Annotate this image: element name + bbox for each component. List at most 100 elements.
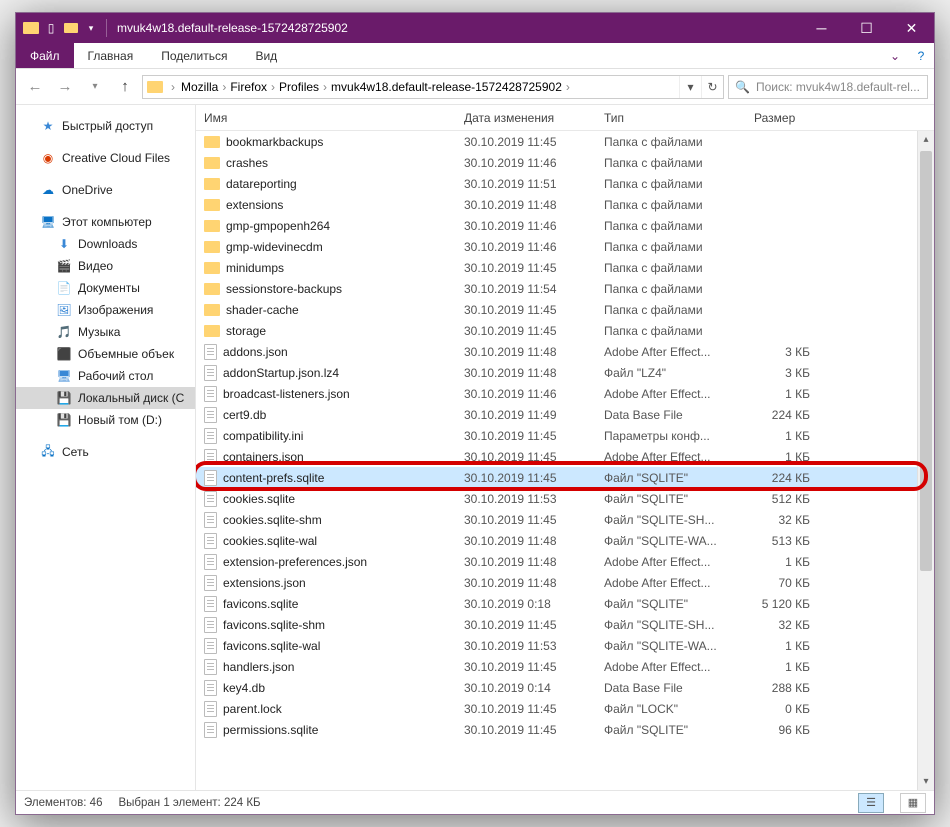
file-row[interactable]: cookies.sqlite30.10.2019 11:53Файл "SQLI… bbox=[196, 488, 934, 509]
maximize-button[interactable]: ☐ bbox=[844, 13, 889, 43]
file-row[interactable]: cookies.sqlite-shm30.10.2019 11:45Файл "… bbox=[196, 509, 934, 530]
file-row[interactable]: extension-preferences.json30.10.2019 11:… bbox=[196, 551, 934, 572]
sidebar-quick-access[interactable]: ★Быстрый доступ bbox=[16, 115, 195, 137]
file-name-cell: favicons.sqlite bbox=[196, 596, 456, 612]
address-bar[interactable]: › Mozilla›Firefox›Profiles›mvuk4w18.defa… bbox=[142, 75, 724, 99]
ribbon-expand-icon[interactable]: ⌄ bbox=[882, 43, 908, 68]
file-row[interactable]: addons.json30.10.2019 11:48Adobe After E… bbox=[196, 341, 934, 362]
file-list-area: Имя Дата изменения Тип Размер ▴ ▾ bookma… bbox=[196, 105, 934, 790]
file-row[interactable]: sessionstore-backups30.10.2019 11:54Папк… bbox=[196, 278, 934, 299]
address-dropdown-icon[interactable]: ▾ bbox=[679, 76, 701, 98]
sidebar-creative-cloud[interactable]: ◉Creative Cloud Files bbox=[16, 147, 195, 169]
file-row[interactable]: favicons.sqlite30.10.2019 0:18Файл "SQLI… bbox=[196, 593, 934, 614]
file-row[interactable]: compatibility.ini30.10.2019 11:45Парамет… bbox=[196, 425, 934, 446]
sidebar-pc-item[interactable]: 🎬Видео bbox=[16, 255, 195, 277]
file-row[interactable]: favicons.sqlite-wal30.10.2019 11:53Файл … bbox=[196, 635, 934, 656]
sidebar-onedrive[interactable]: ☁OneDrive bbox=[16, 179, 195, 201]
refresh-button[interactable]: ↻ bbox=[701, 76, 723, 98]
recent-dropdown-icon[interactable]: ▾ bbox=[82, 74, 108, 100]
titlebar[interactable]: ▯ ▾ mvuk4w18.default-release-15724287259… bbox=[16, 13, 934, 43]
sidebar-pc-item[interactable]: 💾Новый том (D:) bbox=[16, 409, 195, 431]
breadcrumb-segment[interactable]: Firefox bbox=[228, 80, 269, 94]
breadcrumb-segment[interactable]: mvuk4w18.default-release-1572428725902 bbox=[329, 80, 564, 94]
file-row[interactable]: addonStartup.json.lz430.10.2019 11:48Фай… bbox=[196, 362, 934, 383]
column-name[interactable]: Имя bbox=[196, 111, 456, 125]
file-icon bbox=[204, 659, 217, 675]
file-row[interactable]: gmp-gmpopenh26430.10.2019 11:46Папка с ф… bbox=[196, 215, 934, 236]
qat-dropdown-icon[interactable]: ▾ bbox=[82, 19, 100, 37]
sidebar-pc-item[interactable]: 🖥Рабочий стол bbox=[16, 365, 195, 387]
column-date[interactable]: Дата изменения bbox=[456, 111, 596, 125]
qat-properties-icon[interactable]: ▯ bbox=[42, 19, 60, 37]
sidebar-pc-item[interactable]: 📄Документы bbox=[16, 277, 195, 299]
forward-button[interactable]: → bbox=[52, 74, 78, 100]
file-type-cell: Data Base File bbox=[596, 681, 746, 695]
sidebar-pc-item[interactable]: 💾Локальный диск (C bbox=[16, 387, 195, 409]
column-size[interactable]: Размер bbox=[746, 111, 826, 125]
file-type-cell: Adobe After Effect... bbox=[596, 345, 746, 359]
file-row[interactable]: gmp-widevinecdm30.10.2019 11:46Папка с ф… bbox=[196, 236, 934, 257]
file-row[interactable]: parent.lock30.10.2019 11:45Файл "LOCK"0 … bbox=[196, 698, 934, 719]
breadcrumb-segment[interactable]: Mozilla bbox=[179, 80, 220, 94]
scrollbar[interactable]: ▴ ▾ bbox=[917, 131, 934, 790]
scroll-thumb[interactable] bbox=[920, 151, 932, 571]
file-row[interactable]: content-prefs.sqlite30.10.2019 11:45Файл… bbox=[196, 467, 934, 488]
file-icon bbox=[204, 512, 217, 528]
scroll-down-icon[interactable]: ▾ bbox=[918, 773, 934, 790]
file-row[interactable]: permissions.sqlite30.10.2019 11:45Файл "… bbox=[196, 719, 934, 740]
view-details-button[interactable]: ☰ bbox=[858, 793, 884, 813]
scroll-up-icon[interactable]: ▴ bbox=[918, 131, 934, 148]
chevron-right-icon[interactable]: › bbox=[564, 80, 572, 94]
file-name-cell: addonStartup.json.lz4 bbox=[196, 365, 456, 381]
sidebar-pc-item[interactable]: ⬛Объемные объек bbox=[16, 343, 195, 365]
search-input[interactable]: 🔍 Поиск: mvuk4w18.default-rel... bbox=[728, 75, 928, 99]
column-type[interactable]: Тип bbox=[596, 111, 746, 125]
file-row[interactable]: cert9.db30.10.2019 11:49Data Base File22… bbox=[196, 404, 934, 425]
explorer-window: ▯ ▾ mvuk4w18.default-release-15724287259… bbox=[15, 12, 935, 815]
file-date-cell: 30.10.2019 11:49 bbox=[456, 408, 596, 422]
close-button[interactable]: ✕ bbox=[889, 13, 934, 43]
file-name-cell: content-prefs.sqlite bbox=[196, 470, 456, 486]
file-row[interactable]: favicons.sqlite-shm30.10.2019 11:45Файл … bbox=[196, 614, 934, 635]
file-name-cell: datareporting bbox=[196, 177, 456, 191]
up-button[interactable]: ↑ bbox=[112, 74, 138, 100]
breadcrumb-segment[interactable]: Profiles bbox=[277, 80, 321, 94]
file-date-cell: 30.10.2019 11:45 bbox=[456, 135, 596, 149]
file-row[interactable]: handlers.json30.10.2019 11:45Adobe After… bbox=[196, 656, 934, 677]
view-icons-button[interactable]: ▦ bbox=[900, 793, 926, 813]
file-row[interactable]: storage30.10.2019 11:45Папка с файлами bbox=[196, 320, 934, 341]
file-row[interactable]: broadcast-listeners.json30.10.2019 11:46… bbox=[196, 383, 934, 404]
back-button[interactable]: ← bbox=[22, 74, 48, 100]
ribbon-tab[interactable]: Вид bbox=[241, 43, 291, 68]
sidebar-pc-item[interactable]: ⬇Downloads bbox=[16, 233, 195, 255]
ribbon-tab-file[interactable]: Файл bbox=[16, 43, 74, 68]
file-row[interactable]: crashes30.10.2019 11:46Папка с файлами bbox=[196, 152, 934, 173]
sidebar-pc-item[interactable]: 🖼Изображения bbox=[16, 299, 195, 321]
ribbon-tab[interactable]: Поделиться bbox=[147, 43, 241, 68]
sidebar-pc-item[interactable]: 🎵Музыка bbox=[16, 321, 195, 343]
file-row[interactable]: datareporting30.10.2019 11:51Папка с фай… bbox=[196, 173, 934, 194]
file-row[interactable]: key4.db30.10.2019 0:14Data Base File288 … bbox=[196, 677, 934, 698]
chevron-right-icon[interactable]: › bbox=[321, 80, 329, 94]
chevron-right-icon[interactable]: › bbox=[269, 80, 277, 94]
file-row[interactable]: extensions.json30.10.2019 11:48Adobe Aft… bbox=[196, 572, 934, 593]
file-name-cell: shader-cache bbox=[196, 303, 456, 317]
folder-icon bbox=[204, 283, 220, 295]
help-icon[interactable]: ? bbox=[908, 43, 934, 68]
sidebar-network[interactable]: 🖧Сеть bbox=[16, 441, 195, 463]
minimize-button[interactable]: ─ bbox=[799, 13, 844, 43]
file-type-cell: Файл "SQLITE-SH... bbox=[596, 618, 746, 632]
file-row[interactable]: cookies.sqlite-wal30.10.2019 11:48Файл "… bbox=[196, 530, 934, 551]
file-row[interactable]: bookmarkbackups30.10.2019 11:45Папка с ф… bbox=[196, 131, 934, 152]
file-row[interactable]: extensions30.10.2019 11:48Папка с файлам… bbox=[196, 194, 934, 215]
sidebar-this-pc[interactable]: 🖥Этот компьютер bbox=[16, 211, 195, 233]
ribbon-tab[interactable]: Главная bbox=[74, 43, 148, 68]
chevron-right-icon[interactable]: › bbox=[220, 80, 228, 94]
file-row[interactable]: minidumps30.10.2019 11:45Папка с файлами bbox=[196, 257, 934, 278]
file-row[interactable]: shader-cache30.10.2019 11:45Папка с файл… bbox=[196, 299, 934, 320]
file-type-cell: Файл "LZ4" bbox=[596, 366, 746, 380]
file-name-cell: bookmarkbackups bbox=[196, 135, 456, 149]
file-row[interactable]: containers.json30.10.2019 11:45Adobe Aft… bbox=[196, 446, 934, 467]
chevron-right-icon[interactable]: › bbox=[169, 80, 177, 94]
qat-newfolder-icon[interactable] bbox=[62, 19, 80, 37]
